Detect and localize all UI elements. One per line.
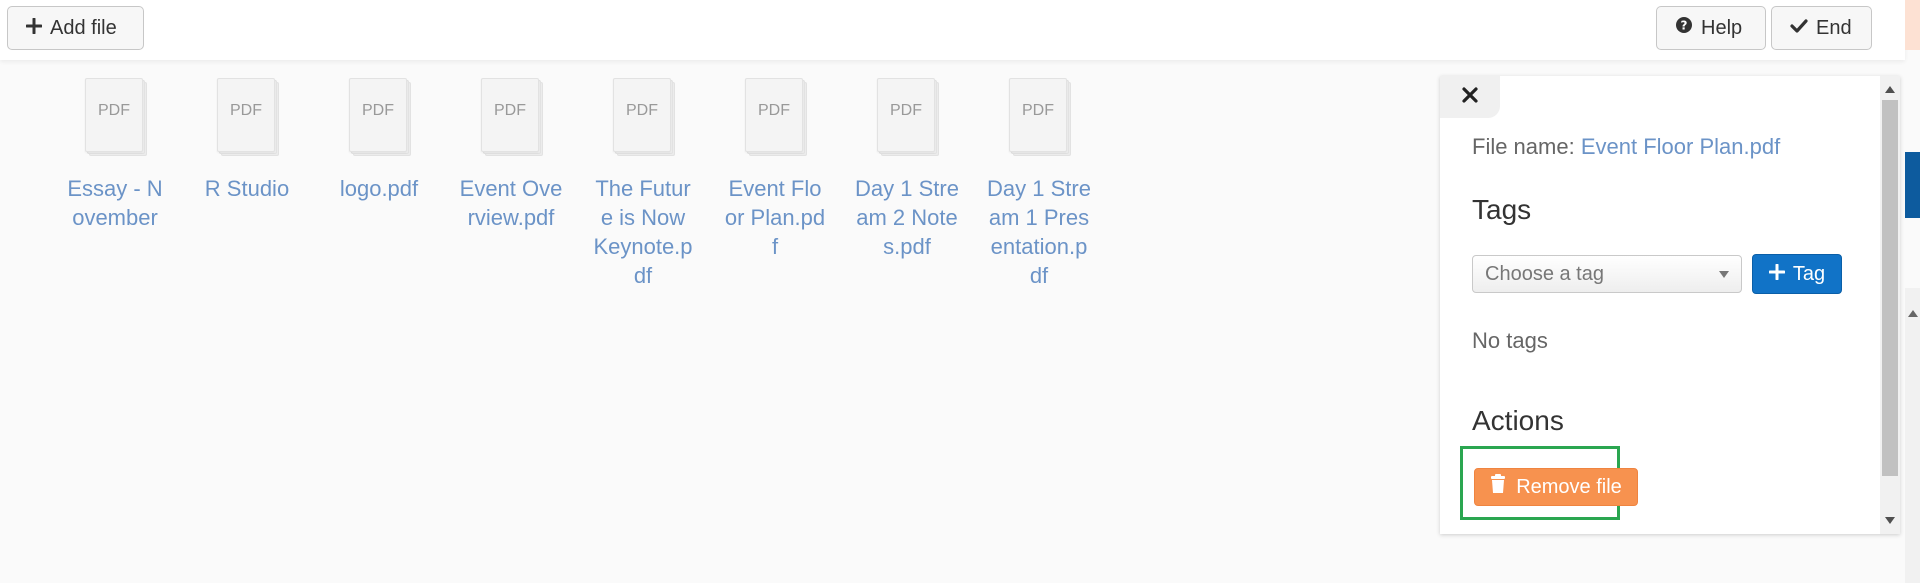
file-name-link[interactable]: Event Overview.pdf [459,174,563,232]
file-item[interactable]: PDF Day 1 Stream 2 Notes.pdf [855,78,959,261]
page-scrollbar[interactable] [1905,288,1920,583]
file-extension: PDF [494,102,526,119]
file-item[interactable]: PDF Event Overview.pdf [459,78,563,232]
edge-strip [1905,152,1920,218]
file-item[interactable]: PDF Essay - November [63,78,167,232]
file-item[interactable]: PDF logo.pdf [327,78,431,203]
tag-select[interactable]: Choose a tag [1472,255,1742,293]
close-icon [1461,86,1479,109]
scrollbar-thumb[interactable] [1882,100,1898,476]
pdf-file-icon: PDF [745,78,807,156]
add-tag-button[interactable]: Tag [1752,254,1842,294]
plus-icon [1768,263,1786,286]
file-name-link[interactable]: R Studio [195,174,299,203]
file-name-link[interactable]: Essay - November [63,174,167,232]
top-toolbar: Add file ? Help End [0,0,1905,60]
file-name-value: Event Floor Plan.pdf [1580,134,1781,159]
file-extension: PDF [758,102,790,119]
caret-down-icon [1719,270,1729,278]
actions-heading: Actions [1472,405,1564,436]
help-label: Help [1701,16,1743,39]
trash-icon [1490,474,1506,500]
remove-file-button[interactable]: Remove file [1474,468,1638,506]
file-extension: PDF [890,102,922,119]
add-tag-label: Tag [1792,262,1826,285]
file-item[interactable]: PDF The Future is Now Keynote.pdf [591,78,695,290]
file-extension: PDF [98,102,130,119]
file-item[interactable]: PDF Day 1 Stream 1 Presentation.pdf [987,78,1091,290]
file-item[interactable]: PDF Event Floor Plan.pdf [723,78,827,261]
file-item[interactable]: PDF R Studio [195,78,299,203]
file-name-link[interactable]: logo.pdf [327,174,431,203]
pdf-file-icon: PDF [1009,78,1071,156]
tag-select-placeholder: Choose a tag [1485,262,1604,285]
file-name-link[interactable]: Day 1 Stream 1 Presentation.pdf [987,174,1091,290]
tags-heading: Tags [1472,194,1532,225]
check-icon [1790,17,1808,40]
add-file-button[interactable]: Add file [7,6,144,50]
scroll-up-arrow-icon[interactable] [1908,310,1918,317]
no-tags-text: No tags [1472,328,1548,353]
help-button[interactable]: ? Help [1656,6,1766,50]
pdf-file-icon: PDF [877,78,939,156]
add-file-label: Add file [50,16,117,39]
pdf-file-icon: PDF [481,78,543,156]
scroll-down-arrow-icon[interactable] [1885,517,1895,524]
file-details-panel: File name: Event Floor Plan.pdf Tags Cho… [1440,76,1900,534]
file-extension: PDF [362,102,394,119]
end-button[interactable]: End [1771,6,1872,50]
file-extension: PDF [626,102,658,119]
panel-scrollbar[interactable] [1880,76,1900,534]
plus-icon [25,17,43,40]
file-extension: PDF [1022,102,1054,119]
pdf-file-icon: PDF [217,78,279,156]
remove-file-label: Remove file [1516,475,1622,498]
file-extension: PDF [230,102,262,119]
pdf-file-icon: PDF [349,78,411,156]
edge-accent [1905,0,1920,50]
close-panel-button[interactable] [1440,76,1500,118]
svg-text:?: ? [1681,19,1688,33]
pdf-file-icon: PDF [613,78,675,156]
question-circle-icon: ? [1675,16,1693,40]
file-name-link[interactable]: The Future is Now Keynote.pdf [591,174,695,290]
scroll-up-arrow-icon[interactable] [1885,86,1895,93]
file-name-row: File name: Event Floor Plan.pdf [1472,134,1780,160]
file-name-link[interactable]: Day 1 Stream 2 Notes.pdf [855,174,959,261]
file-name-label: File name: [1472,134,1575,159]
pdf-file-icon: PDF [85,78,147,156]
end-label: End [1816,16,1852,39]
file-name-link[interactable]: Event Floor Plan.pdf [723,174,827,261]
